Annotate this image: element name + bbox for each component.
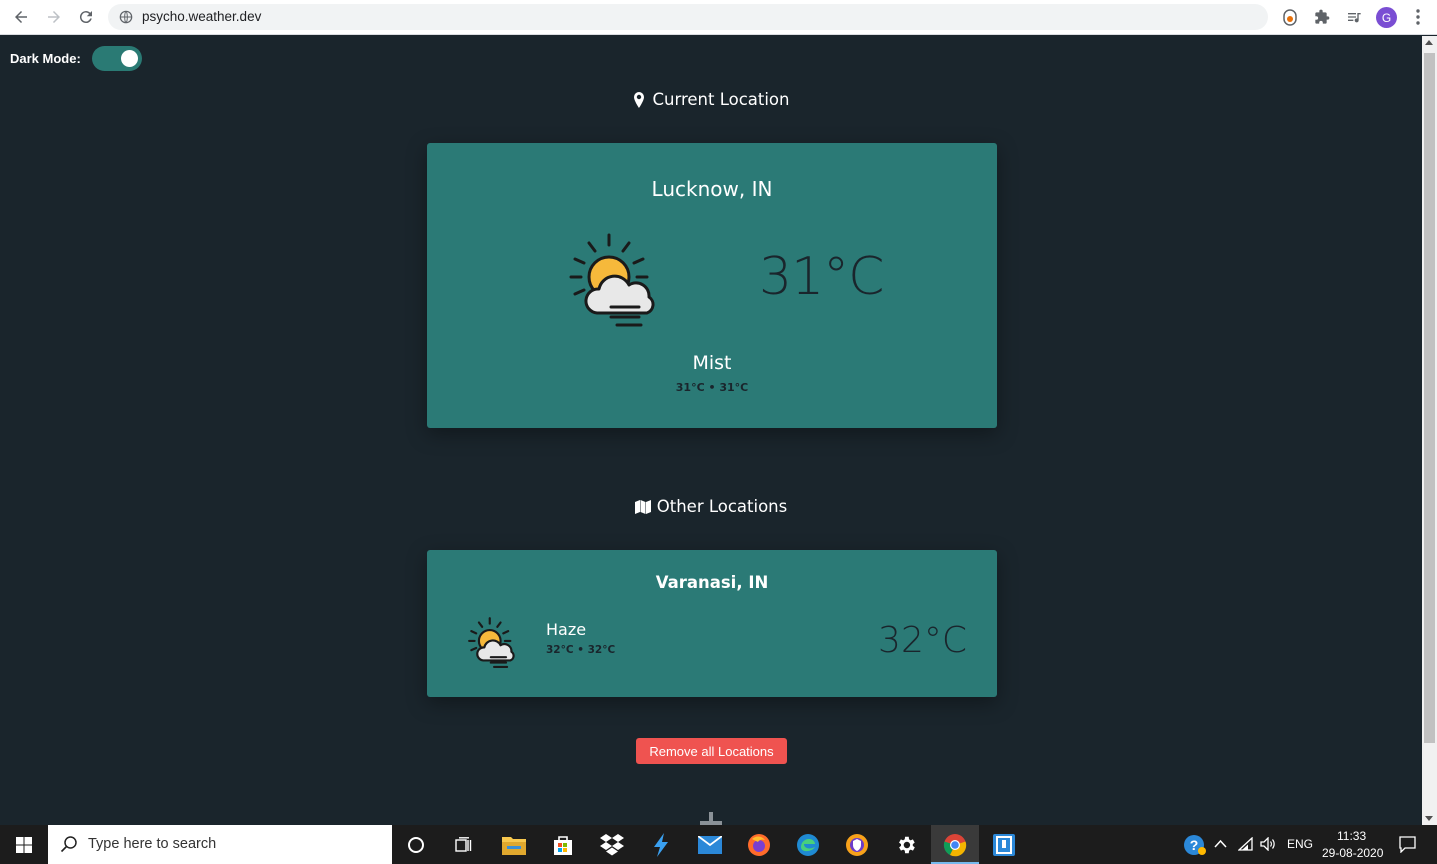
kebab-menu-icon xyxy=(1416,9,1420,25)
task-view-button[interactable] xyxy=(440,825,488,864)
svg-text:?: ? xyxy=(1190,837,1199,853)
dark-mode-toggle[interactable] xyxy=(92,46,142,71)
extension-button[interactable] xyxy=(1280,7,1300,27)
current-condition: Mist xyxy=(692,352,732,374)
map-pin-icon xyxy=(634,91,645,108)
windows-logo-icon xyxy=(16,836,32,853)
playlist-icon xyxy=(1348,13,1361,23)
current-city: Lucknow, IN xyxy=(651,177,773,201)
url-text: psycho.weather.dev xyxy=(142,9,262,24)
file-explorer-button[interactable] xyxy=(490,825,538,864)
current-location-title: Current Location xyxy=(652,90,790,109)
dropbox-button[interactable] xyxy=(588,825,636,864)
wifi-icon[interactable] xyxy=(1238,837,1254,851)
globe-icon xyxy=(119,10,133,24)
arrow-left-icon xyxy=(15,11,27,23)
notifications-icon[interactable] xyxy=(1399,836,1416,853)
forward-button[interactable] xyxy=(42,6,66,28)
language-indicator[interactable]: ENG xyxy=(1287,837,1313,851)
vscode-button[interactable] xyxy=(637,825,685,864)
current-weather-card: Lucknow, IN 31°C Mist 31°C • 31°C xyxy=(427,143,997,428)
other-locations-title: Other Locations xyxy=(656,497,788,516)
app-window-button[interactable] xyxy=(980,825,1028,864)
other-locations-heading: Other Locations xyxy=(0,497,1422,516)
arrow-right-icon xyxy=(48,11,60,23)
brave-button[interactable] xyxy=(833,825,881,864)
chevron-up-icon[interactable] xyxy=(1214,839,1227,848)
store-button[interactable] xyxy=(539,825,587,864)
extension-badge-icon xyxy=(1283,9,1297,26)
toggle-knob xyxy=(121,50,138,67)
current-location-heading: Current Location xyxy=(0,90,1422,109)
clock-time[interactable]: 11:33 xyxy=(1337,829,1366,843)
start-button[interactable] xyxy=(0,825,48,864)
browser-menu-button[interactable] xyxy=(1408,7,1428,27)
add-location-partial-icon[interactable] xyxy=(700,812,722,825)
volume-icon[interactable] xyxy=(1260,837,1276,851)
location-city: Varanasi, IN xyxy=(655,573,769,592)
store-bag-icon xyxy=(554,835,572,855)
cortana-circle-icon xyxy=(408,836,424,853)
weather-app: Dark Mode: Current Location Lucknow, IN xyxy=(0,36,1422,825)
current-temp-range: 31°C • 31°C xyxy=(675,381,749,394)
task-view-icon xyxy=(455,836,472,852)
mail-button[interactable] xyxy=(686,825,734,864)
address-bar[interactable]: psycho.weather.dev xyxy=(108,4,1268,30)
search-placeholder: Type here to search xyxy=(88,836,217,852)
browser-toolbar: psycho.weather.dev G xyxy=(0,0,1437,35)
folder-icon xyxy=(502,836,526,855)
search-icon xyxy=(60,836,77,853)
gear-icon xyxy=(899,836,915,853)
clock-date[interactable]: 29-08-2020 xyxy=(1322,846,1383,860)
reload-button[interactable] xyxy=(74,6,98,28)
edge-button[interactable] xyxy=(784,825,832,864)
firefox-icon xyxy=(748,833,770,856)
chrome-icon xyxy=(943,833,967,856)
sun-cloud-haze-icon xyxy=(468,617,515,668)
settings-button[interactable] xyxy=(882,825,930,864)
scrollbar-thumb[interactable] xyxy=(1424,53,1435,743)
firefox-button[interactable] xyxy=(735,825,783,864)
location-condition: Haze xyxy=(546,620,587,639)
sun-cloud-mist-icon xyxy=(569,233,655,327)
current-temperature: 31°C xyxy=(759,247,884,307)
shield-app-icon xyxy=(846,833,868,856)
page-scrollbar[interactable] xyxy=(1422,36,1437,825)
remove-all-locations-button[interactable]: Remove all Locations xyxy=(636,738,787,764)
dark-mode-label: Dark Mode: xyxy=(10,51,81,66)
cortana-button[interactable] xyxy=(392,825,440,864)
scroll-down-arrow-icon[interactable] xyxy=(1425,816,1433,821)
back-button[interactable] xyxy=(9,6,33,28)
location-temperature: 32°C xyxy=(878,620,967,661)
scroll-up-arrow-icon[interactable] xyxy=(1425,40,1433,45)
reload-icon xyxy=(79,11,92,24)
extensions-menu-button[interactable] xyxy=(1312,7,1332,27)
help-icon[interactable]: ? xyxy=(1183,834,1207,856)
lightning-app-icon xyxy=(654,832,668,857)
app-window-icon xyxy=(993,833,1015,856)
edge-icon xyxy=(797,833,819,856)
mail-icon xyxy=(698,835,722,854)
profile-avatar[interactable]: G xyxy=(1376,7,1397,28)
location-temp-range: 32°C • 32°C xyxy=(546,644,616,656)
windows-taskbar: Type here to search ? ENG 11:33 29-08-20… xyxy=(0,825,1437,864)
dropbox-icon xyxy=(600,833,624,855)
reading-list-button[interactable] xyxy=(1344,7,1364,27)
puzzle-icon xyxy=(1315,9,1330,24)
taskbar-search[interactable]: Type here to search xyxy=(48,825,392,864)
chrome-button[interactable] xyxy=(931,825,979,864)
location-card[interactable]: Varanasi, IN Haze 32°C • 32°C 32°C xyxy=(427,550,997,697)
map-icon xyxy=(634,499,651,514)
